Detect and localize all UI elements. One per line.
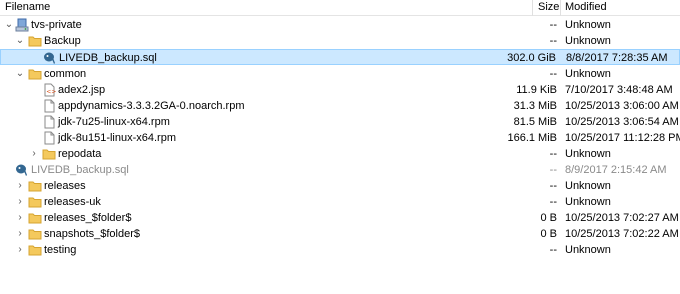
- tree-row-testing[interactable]: › testing -- Unknown: [0, 242, 680, 258]
- tree-row-livedb-backup-selected[interactable]: LIVEDB_backup.sql 302.0 GiB 8/8/2017 7:2…: [0, 49, 680, 65]
- size-cell: 11.9 KiB: [516, 84, 557, 96]
- modified-cell: Unknown: [565, 180, 611, 192]
- modified-cell: Unknown: [565, 19, 611, 31]
- modified-cell: Unknown: [565, 35, 611, 47]
- tree-item-label: LIVEDB_backup.sql: [59, 52, 157, 64]
- tree-item-label: tvs-private: [31, 19, 82, 31]
- tree-row-releases-folder-marker[interactable]: › releases_$folder$ 0 B 10/25/2013 7:02:…: [0, 210, 680, 226]
- size-cell: 166.1 MiB: [507, 132, 557, 144]
- size-cell: --: [549, 180, 557, 192]
- tree-item-label: releases-uk: [44, 196, 101, 208]
- file-icon: [42, 131, 56, 145]
- size-cell: --: [549, 68, 557, 80]
- column-header: Filename Size Modified: [0, 0, 680, 16]
- collapsed-chevron-icon[interactable]: ›: [15, 242, 25, 258]
- size-cell: 0 B: [540, 228, 557, 240]
- modified-cell: Unknown: [565, 68, 611, 80]
- collapsed-chevron-icon[interactable]: ›: [15, 226, 25, 242]
- tree-row-repodata[interactable]: › repodata -- Unknown: [0, 146, 680, 162]
- tree-row-backup[interactable]: ⌄ Backup -- Unknown: [0, 33, 680, 49]
- tree-item-label: releases_$folder$: [44, 212, 132, 224]
- modified-cell: Unknown: [565, 148, 611, 160]
- tree-row-tvs-private[interactable]: ⌄ tvs-private -- Unknown: [0, 17, 680, 33]
- size-cell: 81.5 MiB: [513, 116, 557, 128]
- tree-item-label: jdk-8u151-linux-x64.rpm: [58, 132, 176, 144]
- modified-cell: 10/25/2013 7:02:22 AM: [565, 228, 679, 240]
- postgresql-file-icon: [43, 51, 57, 65]
- collapsed-chevron-icon[interactable]: ›: [15, 210, 25, 226]
- collapsed-chevron-icon[interactable]: ›: [29, 146, 39, 162]
- size-cell: 302.0 GiB: [507, 52, 556, 64]
- size-cell: --: [549, 35, 557, 47]
- folder-icon: [28, 34, 42, 48]
- drive-icon: [15, 18, 29, 32]
- modified-column-header[interactable]: Modified: [565, 0, 607, 16]
- tree-item-label: appdynamics-3.3.3.2GA-0.noarch.rpm: [58, 100, 245, 112]
- size-cell: --: [549, 19, 557, 31]
- size-cell: 0 B: [540, 212, 557, 224]
- tree-item-label: jdk-7u25-linux-x64.rpm: [58, 116, 170, 128]
- size-cell: 31.3 MiB: [513, 100, 557, 112]
- file-icon: [42, 115, 56, 129]
- tree-item-label: repodata: [58, 148, 102, 160]
- modified-cell: 10/25/2013 3:06:54 AM: [565, 116, 679, 128]
- folder-icon: [28, 211, 42, 225]
- filename-column-header[interactable]: Filename: [5, 0, 50, 16]
- file-icon: [42, 99, 56, 113]
- expanded-chevron-icon[interactable]: ⌄: [15, 66, 25, 82]
- folder-icon: [28, 179, 42, 193]
- collapsed-chevron-icon[interactable]: ›: [15, 194, 25, 210]
- tree-item-label: testing: [44, 244, 77, 256]
- tree-row-file[interactable]: appdynamics-3.3.3.2GA-0.noarch.rpm 31.3 …: [0, 98, 680, 114]
- modified-cell: 8/8/2017 7:28:35 AM: [566, 52, 668, 64]
- expanded-chevron-icon[interactable]: ⌄: [15, 33, 25, 49]
- folder-icon: [28, 195, 42, 209]
- modified-cell: Unknown: [565, 196, 611, 208]
- size-column-header[interactable]: Size: [538, 0, 559, 16]
- tree-item-label: releases: [44, 180, 86, 192]
- collapsed-chevron-icon[interactable]: ›: [15, 178, 25, 194]
- expanded-chevron-icon[interactable]: ⌄: [4, 17, 14, 33]
- modified-cell: Unknown: [565, 244, 611, 256]
- tree-item-label: common: [44, 68, 87, 80]
- tree-row-file[interactable]: jdk-8u151-linux-x64.rpm 166.1 MiB 10/25/…: [0, 130, 680, 146]
- column-divider[interactable]: [532, 0, 533, 16]
- folder-icon: [28, 227, 42, 241]
- folder-icon: [42, 147, 56, 161]
- size-cell: --: [549, 148, 557, 160]
- tree-item-label: snapshots_$folder$: [44, 228, 141, 240]
- tree-row-common[interactable]: ⌄ common -- Unknown: [0, 66, 680, 82]
- folder-icon: [28, 67, 42, 81]
- tree-item-label: adex2.jsp: [58, 84, 106, 96]
- code-file-icon: <>: [42, 83, 56, 97]
- tree-row-file[interactable]: <> adex2.jsp 11.9 KiB 7/10/2017 3:48:48 …: [0, 82, 680, 98]
- size-cell: --: [549, 164, 557, 176]
- size-cell: --: [549, 196, 557, 208]
- folder-icon: [28, 243, 42, 257]
- tree-row-snapshots-folder-marker[interactable]: › snapshots_$folder$ 0 B 10/25/2013 7:02…: [0, 226, 680, 242]
- tree-row-livedb-backup-dimmed[interactable]: LIVEDB_backup.sql -- 8/9/2017 2:15:42 AM: [0, 162, 680, 178]
- modified-cell: 10/25/2017 11:12:28 PM: [565, 132, 680, 144]
- column-divider[interactable]: [560, 0, 561, 16]
- tree-row-file[interactable]: jdk-7u25-linux-x64.rpm 81.5 MiB 10/25/20…: [0, 114, 680, 130]
- modified-cell: 10/25/2013 7:02:27 AM: [565, 212, 679, 224]
- tree-item-label: Backup: [44, 35, 81, 47]
- svg-text:<>: <>: [46, 89, 56, 96]
- tree-row-releases-uk[interactable]: › releases-uk -- Unknown: [0, 194, 680, 210]
- tree-item-label: LIVEDB_backup.sql: [31, 164, 129, 176]
- postgresql-file-icon: [15, 163, 29, 177]
- modified-cell: 10/25/2013 3:06:00 AM: [565, 100, 679, 112]
- modified-cell: 7/10/2017 3:48:48 AM: [565, 84, 673, 96]
- tree-row-releases[interactable]: › releases -- Unknown: [0, 178, 680, 194]
- size-cell: --: [549, 244, 557, 256]
- modified-cell: 8/9/2017 2:15:42 AM: [565, 164, 667, 176]
